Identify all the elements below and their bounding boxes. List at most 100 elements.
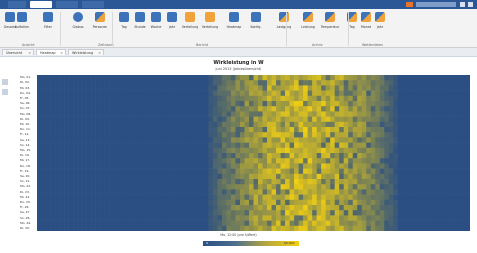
heatmap-cell (46, 225, 51, 231)
heatmap-cell (113, 106, 119, 112)
user-badge[interactable] (406, 2, 413, 7)
heatmap-cell (465, 189, 470, 195)
close-icon[interactable]: × (98, 50, 101, 55)
heatmap-row-label: Di, 16. (20, 154, 30, 158)
ribbon-button-globe[interactable]: Globus (70, 11, 86, 41)
heatmap-cell (50, 199, 56, 206)
heatmap-cell (109, 199, 114, 206)
heatmap-cell (217, 101, 223, 107)
ribbon-button-config[interactable]: Konfig. (248, 11, 264, 41)
heatmap-cell (172, 163, 178, 169)
heatmap-cell (424, 147, 430, 154)
heatmap-cell (307, 163, 313, 169)
heatmap-cell (167, 142, 173, 149)
ribbon-button-distribution[interactable]: Verteilung (182, 11, 198, 41)
heatmap-cell (429, 210, 435, 216)
heatmap-cell (140, 158, 146, 164)
heatmap-cell (424, 205, 430, 211)
ribbon-button-year2[interactable]: Jahr (372, 11, 388, 41)
heatmap-cell (258, 163, 263, 169)
heatmap-icon (229, 12, 239, 22)
heatmap-cell (203, 101, 209, 107)
heatmap-cell (131, 80, 137, 86)
ribbon-button-filter[interactable]: Filter (40, 11, 56, 41)
heatmap-cell (316, 194, 322, 201)
heatmap-cell (46, 147, 51, 154)
heatmap-cell (343, 95, 349, 102)
heatmap-cell (154, 153, 160, 159)
heatmap-cell (235, 173, 241, 180)
heatmap-cell (77, 158, 83, 164)
ribbon-tab-2[interactable] (56, 1, 78, 8)
doc-tab-heatmap[interactable]: Heatmap × (36, 49, 66, 55)
close-icon[interactable]: × (60, 50, 63, 55)
ribbon-tab-start[interactable] (30, 1, 52, 8)
heatmap-cell (55, 153, 60, 159)
heatmap-cell (456, 220, 462, 227)
heatmap-cell (415, 225, 421, 231)
heatmap-cell (379, 153, 385, 159)
heatmap-cell (411, 210, 417, 216)
sidebar-toggle-icon[interactable] (2, 79, 8, 85)
heatmap-cell (276, 90, 281, 97)
heatmap-cell (253, 116, 259, 123)
heatmap-cell (181, 205, 187, 211)
ribbon-button-split[interactable]: Aufteilen (14, 11, 30, 41)
sidebar-settings-icon[interactable] (2, 89, 8, 95)
heatmap-cell (104, 132, 110, 138)
heatmap-cell (226, 132, 232, 138)
heatmap-cell (131, 153, 137, 159)
ribbon-button-distribution2[interactable]: Verteilung (202, 11, 218, 41)
heatmap-cell (127, 147, 133, 154)
heatmap-cell (230, 147, 236, 154)
account-area[interactable] (416, 2, 456, 7)
heatmap-cell (149, 205, 155, 211)
heatmap-cell (366, 158, 372, 164)
minimize-icon[interactable] (460, 2, 465, 7)
ribbon-button-temperature[interactable]: Temperatur (321, 11, 339, 41)
quick-access-tab[interactable] (8, 1, 26, 8)
ribbon-button-label: Heatmap (226, 25, 242, 29)
ribbon-button-heatmap[interactable]: Heatmap (226, 11, 242, 41)
heatmap-cell (64, 85, 69, 91)
heatmap-cell (379, 127, 385, 133)
close-icon[interactable]: × (28, 50, 31, 55)
heatmap-cell (230, 80, 236, 86)
heatmap-cell (122, 199, 128, 206)
doc-tab-power[interactable]: Wirkleistung × (68, 49, 104, 55)
heatmap-cell (82, 137, 87, 143)
heatmap-cell (451, 153, 457, 159)
heatmap-cell (294, 189, 299, 195)
heatmap-cell (411, 85, 417, 91)
heatmap-cell (221, 173, 227, 180)
ribbon-tab-3[interactable] (82, 1, 104, 8)
heatmap-cell (384, 220, 390, 227)
heatmap-cell (64, 179, 69, 185)
heatmap-cell (276, 225, 281, 231)
heatmap-cell (185, 106, 191, 112)
heatmap-cell (113, 75, 119, 81)
heatmap-cell (267, 95, 272, 102)
heatmap-cell (321, 184, 326, 190)
heatmap-cell (154, 137, 160, 143)
ribbon-button-loadcurve[interactable]: Lastgang (276, 11, 292, 41)
ribbon-button-people[interactable]: Personen (92, 11, 108, 41)
heatmap-cell (393, 147, 399, 154)
heatmap-cell (294, 106, 299, 112)
heatmap-cell (402, 184, 408, 190)
heatmap-cell (136, 179, 142, 185)
heatmap-cell (370, 199, 376, 206)
heatmap-cell (41, 111, 47, 117)
heatmap-cell (248, 199, 254, 206)
heatmap-cell (402, 215, 408, 221)
heatmap-cell (212, 199, 218, 206)
heatmap-cell (393, 210, 399, 216)
doc-tab-overview[interactable]: Übersicht × (2, 49, 34, 55)
heatmap-cell (140, 116, 146, 123)
ribbon-button-power[interactable]: Leistung (300, 11, 316, 41)
close-icon[interactable] (468, 2, 473, 7)
heatmap-cell (185, 127, 191, 133)
heatmap-cell (203, 106, 209, 112)
heatmap-cell (104, 75, 110, 81)
heatmap-cell (402, 205, 408, 211)
